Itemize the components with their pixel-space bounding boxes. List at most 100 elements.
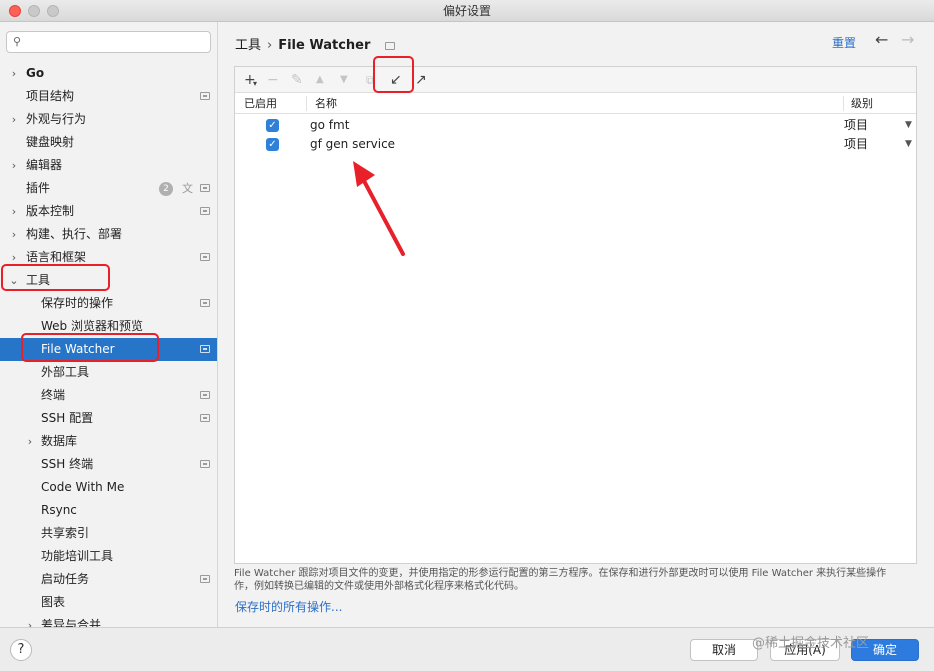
project-settings-icon: [384, 41, 395, 50]
sidebar-item-terminal[interactable]: 终端: [0, 384, 217, 407]
level-dropdown-icon[interactable]: ▼: [905, 116, 912, 135]
sidebar-item-diff-merge[interactable]: › 差异与合并: [0, 614, 217, 627]
column-level[interactable]: 级别: [851, 93, 873, 114]
preferences-window: 偏好设置 ⚲ › Go 项目结构 › 外观与行为 键盘映射 › 编辑器 插件 2…: [0, 0, 934, 671]
table-header: 已启用 名称 级别: [235, 93, 916, 114]
translate-icon: 文: [182, 182, 193, 195]
chevron-right-icon[interactable]: ›: [8, 154, 20, 177]
export-icon[interactable]: ↗: [415, 71, 427, 89]
breadcrumb-separator: ›: [267, 38, 273, 53]
sidebar-item-label: 功能培训工具: [41, 549, 114, 563]
copy-icon[interactable]: ⧉: [366, 71, 375, 89]
description-line-1: File Watcher 跟踪对项目文件的变更，并使用指定的形参运行配置的第三方…: [234, 568, 887, 579]
settings-search-box[interactable]: ⚲: [6, 31, 211, 53]
move-down-icon[interactable]: ▼: [340, 71, 348, 89]
sidebar-item-vcs[interactable]: › 版本控制: [0, 200, 217, 223]
sidebar-item-rsync[interactable]: Rsync: [0, 499, 217, 522]
column-name[interactable]: 名称: [315, 93, 337, 114]
sidebar-item-label: SSH 配置: [41, 411, 94, 425]
chevron-right-icon[interactable]: ›: [8, 62, 20, 85]
project-settings-icon: [200, 184, 210, 192]
chevron-right-icon[interactable]: ›: [8, 223, 20, 246]
all-save-actions-link[interactable]: 保存时的所有操作...: [235, 598, 342, 615]
sidebar-item-label: 插件: [26, 181, 51, 195]
title-bar: 偏好设置: [0, 0, 934, 22]
watcher-level[interactable]: 项目: [844, 135, 868, 154]
description-text: File Watcher 跟踪对项目文件的变更，并使用指定的形参运行配置的第三方…: [234, 567, 924, 593]
settings-tree: › Go 项目结构 › 外观与行为 键盘映射 › 编辑器 插件 2 文 › 版本…: [0, 62, 217, 627]
minimize-window-button[interactable]: [28, 5, 40, 17]
add-dropdown-icon[interactable]: ▾: [253, 75, 257, 93]
close-window-button[interactable]: [9, 5, 21, 17]
update-count-badge: 2: [159, 182, 173, 196]
sidebar-item-keymap[interactable]: 键盘映射: [0, 131, 217, 154]
description-line-2: 作，例如转换已编辑的文件或使用外部格式化程序来格式化代码。: [234, 581, 524, 592]
reset-button[interactable]: 重置: [832, 34, 856, 51]
sidebar-item-editor[interactable]: › 编辑器: [0, 154, 217, 177]
watcher-level[interactable]: 项目: [844, 116, 868, 135]
move-up-icon[interactable]: ▲: [316, 71, 324, 89]
sidebar-item-label: 语言和框架: [26, 250, 87, 264]
sidebar-item-file-watcher[interactable]: File Watcher: [0, 338, 217, 361]
sidebar-item-label: 外部工具: [41, 365, 90, 379]
watcher-name: gf gen service: [310, 137, 396, 151]
sidebar-item-go[interactable]: › Go: [0, 62, 217, 85]
sidebar-item-label: 外观与行为: [26, 112, 87, 126]
sidebar-item-external-tools[interactable]: 外部工具: [0, 361, 217, 384]
chevron-right-icon[interactable]: ›: [8, 108, 20, 131]
column-enabled[interactable]: 已启用: [244, 93, 277, 114]
sidebar-item-label: 差异与合并: [41, 618, 102, 627]
sidebar-item-label: 构建、执行、部署: [26, 227, 123, 241]
maximize-window-button[interactable]: [47, 5, 59, 17]
search-input[interactable]: [31, 34, 201, 50]
sidebar-item-plugins[interactable]: 插件 2 文: [0, 177, 217, 200]
help-button[interactable]: ?: [10, 639, 32, 661]
sidebar-item-languages[interactable]: › 语言和框架: [0, 246, 217, 269]
sidebar-item-label: File Watcher: [41, 342, 115, 356]
edit-icon[interactable]: ✎: [291, 71, 303, 89]
chevron-right-icon[interactable]: ›: [24, 430, 36, 453]
sidebar-item-appearance[interactable]: › 外观与行为: [0, 108, 217, 131]
enabled-checkbox[interactable]: ✓: [266, 119, 279, 132]
sidebar-item-startup-tasks[interactable]: 启动任务: [0, 568, 217, 591]
project-settings-icon: [200, 92, 210, 100]
watermark: @稀土掘金技术社区: [752, 636, 870, 651]
sidebar-item-ssh-config[interactable]: SSH 配置: [0, 407, 217, 430]
forward-arrow-icon[interactable]: →: [901, 30, 914, 49]
enabled-checkbox[interactable]: ✓: [266, 138, 279, 151]
chevron-right-icon[interactable]: ›: [8, 200, 20, 223]
sidebar-item-shared-indexes[interactable]: 共享索引: [0, 522, 217, 545]
chevron-right-icon[interactable]: ›: [24, 614, 36, 627]
table-row[interactable]: ✓ go fmt 项目 ▼: [235, 116, 916, 135]
sidebar-item-label: 工具: [26, 273, 51, 287]
chevron-right-icon[interactable]: ›: [8, 246, 20, 269]
sidebar-item-code-with-me[interactable]: Code With Me: [0, 476, 217, 499]
chevron-down-icon[interactable]: ⌄: [8, 269, 20, 292]
sidebar-item-web-browsers[interactable]: Web 浏览器和预览: [0, 315, 217, 338]
back-arrow-icon[interactable]: ←: [875, 30, 888, 49]
level-dropdown-icon[interactable]: ▼: [905, 135, 912, 154]
remove-icon[interactable]: −: [267, 71, 279, 89]
cancel-button[interactable]: 取消: [690, 639, 758, 661]
sidebar-item-feature-trainer[interactable]: 功能培训工具: [0, 545, 217, 568]
sidebar-item-ssh-terminal[interactable]: SSH 终端: [0, 453, 217, 476]
project-settings-icon: [200, 575, 210, 583]
sidebar-item-label: 保存时的操作: [41, 296, 114, 310]
breadcrumb-parent[interactable]: 工具: [235, 38, 261, 53]
sidebar-item-tools[interactable]: ⌄ 工具: [0, 269, 217, 292]
sidebar-item-actions-on-save[interactable]: 保存时的操作: [0, 292, 217, 315]
sidebar-item-label: Code With Me: [41, 480, 125, 494]
window-title: 偏好设置: [442, 4, 491, 18]
sidebar-item-label: 版本控制: [26, 204, 75, 218]
sidebar-item-database[interactable]: › 数据库: [0, 430, 217, 453]
project-settings-icon: [200, 460, 210, 468]
sidebar-item-project-structure[interactable]: 项目结构: [0, 85, 217, 108]
sidebar-item-diagrams[interactable]: 图表: [0, 591, 217, 614]
file-watcher-panel: + ▾ − ✎ ▲ ▼ ⧉ ↙ ↗ 已启用 名称 级别 ✓ go fmt 项目: [234, 66, 917, 564]
sidebar-item-build[interactable]: › 构建、执行、部署: [0, 223, 217, 246]
table-row[interactable]: ✓ gf gen service 项目 ▼: [235, 135, 916, 154]
import-icon[interactable]: ↙: [390, 71, 402, 89]
project-settings-icon: [200, 207, 210, 215]
watcher-name: go fmt: [310, 118, 350, 132]
page-title: File Watcher: [278, 38, 371, 53]
